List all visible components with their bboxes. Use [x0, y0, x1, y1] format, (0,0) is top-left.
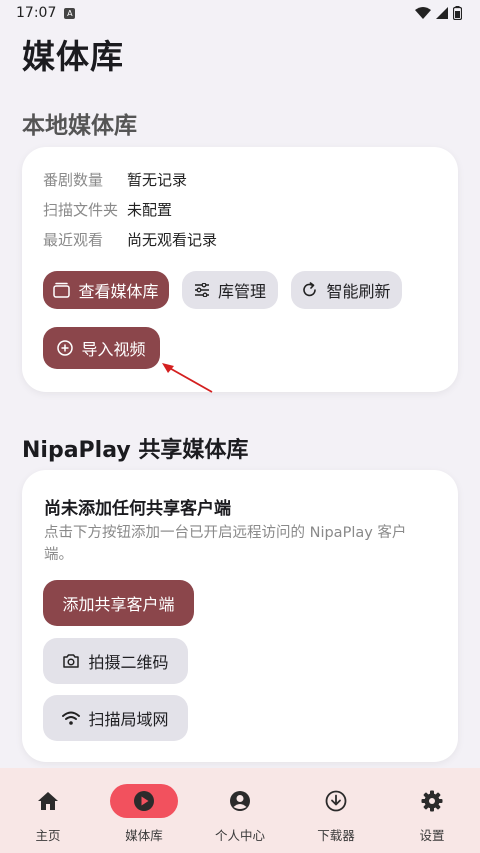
view-library-button[interactable]: 查看媒体库 [43, 271, 169, 309]
info-value: 未配置 [127, 201, 173, 219]
nav-label: 设置 [419, 828, 445, 843]
shared-library-card: 尚未添加任何共享客户端 点击下方按钮添加一台已开启远程访问的 NipaPlay … [22, 470, 458, 762]
battery-icon [453, 6, 462, 20]
view-library-label: 查看媒体库 [78, 282, 159, 301]
import-video-button[interactable]: 导入视频 [43, 327, 160, 369]
no-client-description: 点击下方按钮添加一台已开启远程访问的 NipaPlay 客户端。 [44, 525, 407, 563]
wifi-icon [415, 7, 431, 19]
scan-lan-button[interactable]: 扫描局域网 [43, 695, 188, 741]
nav-icon-wrap [206, 784, 274, 818]
nav-label: 媒体库 [125, 828, 163, 843]
page-title: 媒体库 [22, 37, 124, 76]
shared-library-title: NipaPlay 共享媒体库 [22, 438, 249, 463]
nav-icon-wrap [398, 784, 466, 818]
add-circle-icon [57, 340, 74, 356]
signal-icon [436, 7, 448, 19]
info-row-recent: 最近观看 尚无观看记录 [43, 229, 217, 250]
info-label: 最近观看 [43, 231, 104, 249]
nav-item-media-library[interactable]: 媒体库 [96, 768, 192, 844]
info-value: 暂无记录 [127, 171, 188, 189]
refresh-icon [303, 282, 317, 297]
account-icon [230, 791, 250, 811]
nav-item-profile[interactable]: 个人中心 [192, 768, 288, 844]
scan-qr-label: 拍摄二维码 [88, 653, 169, 672]
add-shared-client-label: 添加共享客户端 [62, 595, 175, 614]
nav-item-home[interactable]: 主页 [0, 768, 96, 844]
status-right [415, 6, 462, 20]
nav-item-downloader[interactable]: 下载器 [288, 768, 384, 844]
nav-icon-wrap [302, 784, 370, 818]
no-client-heading: 尚未添加任何共享客户端 [44, 499, 231, 519]
notification-icon: A [64, 7, 76, 19]
info-row-count: 番剧数量 暂无记录 [43, 169, 187, 190]
smart-refresh-button[interactable]: 智能刷新 [291, 271, 402, 309]
scan-qr-button[interactable]: 拍摄二维码 [43, 638, 188, 684]
library-manage-label: 库管理 [217, 282, 266, 301]
bottom-nav: 主页 媒体库 个人中心 下载器 设置 [0, 768, 480, 853]
info-row-folder: 扫描文件夹 未配置 [43, 199, 172, 220]
status-left: 17:07 A [16, 5, 76, 21]
tune-icon [194, 283, 209, 297]
gear-icon [421, 790, 443, 812]
annotation-arrow [162, 363, 213, 393]
nav-label: 个人中心 [214, 828, 265, 843]
info-label: 番剧数量 [43, 171, 104, 189]
home-icon [38, 792, 58, 810]
local-library-card: 番剧数量 暂无记录 扫描文件夹 未配置 最近观看 尚无观看记录 查看媒体库 库管… [22, 147, 458, 392]
folder-icon [53, 282, 71, 298]
wifi-icon [62, 711, 81, 725]
info-label: 扫描文件夹 [43, 201, 119, 219]
nav-item-settings[interactable]: 设置 [384, 768, 480, 844]
add-shared-client-button[interactable]: 添加共享客户端 [43, 580, 194, 626]
nav-icon-wrap [110, 784, 178, 818]
scan-lan-label: 扫描局域网 [88, 710, 169, 729]
nav-icon-wrap [14, 784, 82, 818]
smart-refresh-label: 智能刷新 [326, 282, 391, 301]
status-time: 17:07 [16, 5, 57, 21]
status-bar: 17:07 A [0, 0, 480, 26]
import-video-label: 导入视频 [81, 340, 146, 359]
camera-icon [63, 654, 80, 668]
download-icon [325, 790, 347, 812]
local-library-title: 本地媒体库 [22, 113, 137, 139]
info-value: 尚无观看记录 [127, 231, 218, 249]
nav-label: 主页 [35, 828, 61, 843]
nav-label: 下载器 [317, 828, 355, 843]
library-manage-button[interactable]: 库管理 [182, 271, 278, 309]
play-circle-icon [134, 791, 154, 811]
